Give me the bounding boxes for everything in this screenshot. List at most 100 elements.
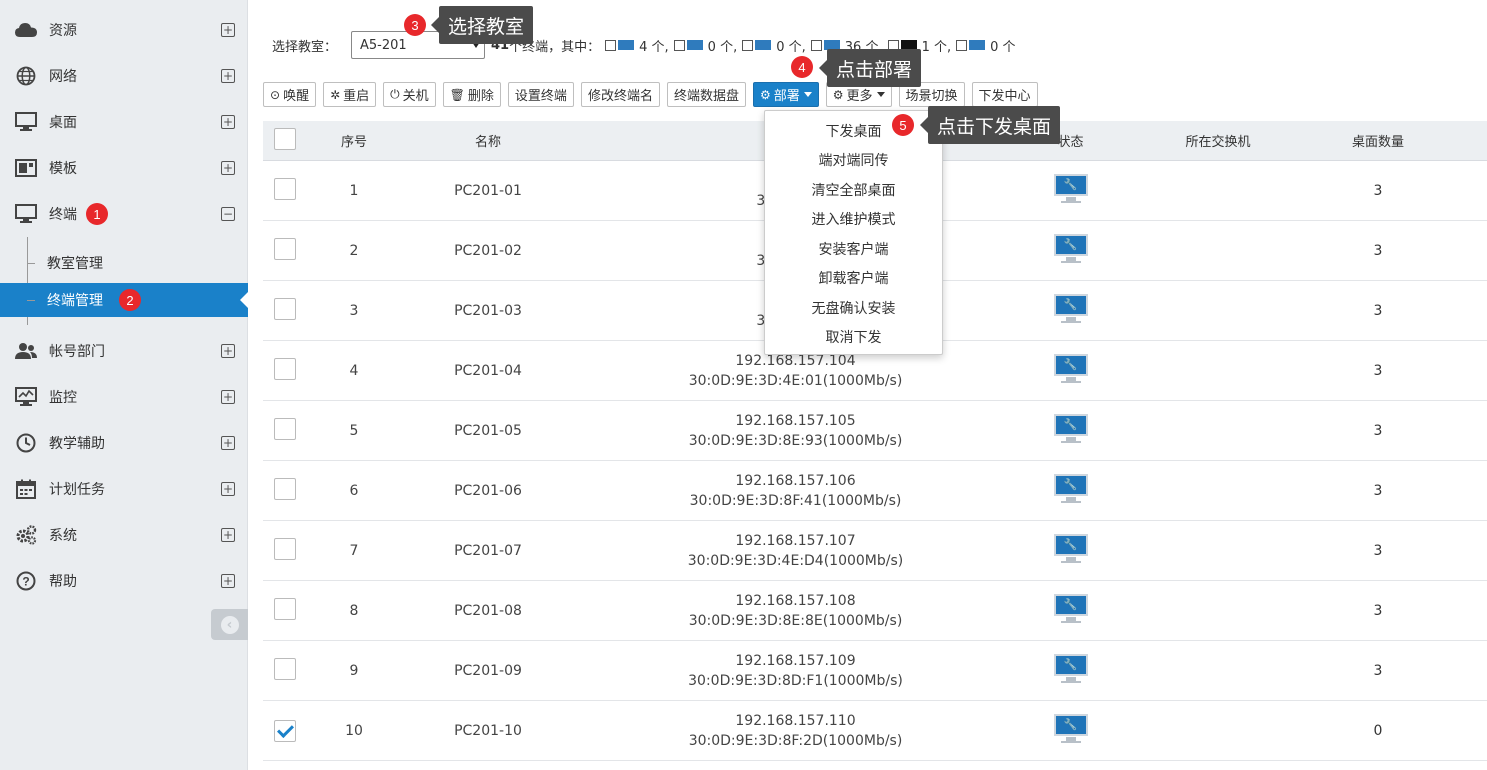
row-checkbox[interactable] [274, 537, 296, 560]
row-mac: 30:0D:9E:3D:8D:F1(1000Mb/s) [688, 672, 903, 689]
dispatch-center-button[interactable]: 下发中心 [971, 82, 1038, 107]
status-filter-6[interactable]: 0 个 [956, 36, 1016, 55]
gears-icon [15, 524, 37, 546]
menu-item-diskless-confirm-install[interactable]: 无盘确认安装 [765, 293, 942, 323]
sidebar-item-monitoring[interactable]: 监控 + [0, 374, 248, 420]
menu-item-install-client[interactable]: 安装客户端 [765, 234, 942, 264]
gear-icon: ⚙ [759, 87, 771, 102]
sidebar-item-template[interactable]: 模板 + [0, 145, 248, 191]
sidebar-item-scheduled-tasks[interactable]: 计划任务 + [0, 466, 248, 512]
template-icon [15, 157, 37, 179]
deploy-dropdown-menu: 下发桌面 端对端同传 清空全部桌面 进入维护模式 安装客户端 卸载客户端 无盘确… [764, 110, 943, 355]
expand-icon[interactable]: + [221, 574, 235, 588]
row-checkbox[interactable] [274, 417, 296, 440]
calendar-icon [15, 478, 37, 500]
restart-button[interactable]: ✲ 重启 [323, 82, 377, 107]
sidebar-item-help[interactable]: ? 帮助 + [0, 558, 248, 604]
wake-button[interactable]: ⊙ 唤醒 [263, 82, 317, 107]
row-checkbox[interactable] [274, 657, 296, 680]
row-checkbox[interactable] [274, 177, 296, 200]
terminal-maintenance-icon: 🔧 [1053, 173, 1088, 204]
table-row[interactable]: 9 PC201-09 192.168.157.109 30:0D:9E:3D:8D:F… [263, 641, 1487, 701]
row-checkbox[interactable] [274, 597, 296, 620]
sidebar-item-label: 桌面 [49, 115, 77, 131]
row-status: 🔧 [1043, 713, 1098, 748]
users-icon [15, 340, 37, 362]
expand-icon[interactable]: + [221, 161, 235, 175]
row-desktops: 3 [1373, 362, 1383, 379]
sidebar-item-label: 计划任务 [49, 482, 105, 498]
table-row[interactable]: 7 PC201-07 192.168.157.107 30:0D:9E:3D:4E:D… [263, 521, 1487, 581]
terminal-disk-button[interactable]: 终端数据盘 [666, 82, 746, 107]
expand-icon[interactable]: + [221, 344, 235, 358]
row-no: 4 [349, 362, 359, 379]
deploy-button[interactable]: ⚙ 部署 [752, 82, 819, 107]
sidebar-item-terminal[interactable]: 终端 1 − [0, 191, 248, 237]
status-filter-1[interactable]: 4 个, [605, 36, 669, 55]
expand-icon[interactable]: + [221, 482, 235, 496]
sidebar-subitem-classroom-management[interactable]: 教室管理 [0, 246, 248, 280]
header-name[interactable]: 名称 [438, 131, 538, 150]
status-filter-3[interactable]: 0 个, [742, 36, 806, 55]
sidebar-item-network[interactable]: 网络 + [0, 53, 248, 99]
sidebar-item-teaching-assist[interactable]: 教学辅助 + [0, 420, 248, 466]
sidebar-item-accounts[interactable]: 帐号部门 + [0, 328, 248, 374]
row-name: PC201-01 [454, 182, 522, 199]
expand-icon[interactable]: + [221, 390, 235, 404]
sidebar-item-label: 资源 [49, 23, 77, 39]
collapse-icon[interactable]: − [221, 207, 235, 221]
row-desktops: 3 [1373, 482, 1383, 499]
header-desktops[interactable]: 桌面数量 [1323, 131, 1433, 150]
table-row[interactable]: 5 PC201-05 192.168.157.105 30:0D:9E:3D:8E:9… [263, 401, 1487, 461]
table-row[interactable]: 8 PC201-08 192.168.157.108 30:0D:9E:3D:8E:8… [263, 581, 1487, 641]
row-no: 1 [349, 182, 359, 199]
row-ip-mac: 192.168.157.109 30:0D:9E:3D:8D:F1(1000Mb/… [663, 651, 928, 691]
menu-item-dispatch-desktop[interactable]: 下发桌面 [765, 116, 942, 146]
sidebar-item-system[interactable]: 系统 + [0, 512, 248, 558]
checkbox[interactable] [956, 39, 968, 51]
row-mac: 30:0D:9E:3D:8F:2D(1000Mb/s) [688, 732, 903, 749]
row-checkbox[interactable] [274, 719, 296, 742]
checkbox[interactable] [673, 39, 685, 51]
menu-item-maintenance-mode[interactable]: 进入维护模式 [765, 205, 942, 235]
checkbox[interactable] [605, 39, 617, 51]
row-name: PC201-03 [454, 302, 522, 319]
expand-icon[interactable]: + [221, 69, 235, 83]
menu-item-p2p-transfer[interactable]: 端对端同传 [765, 146, 942, 176]
sidebar-subitem-terminal-management[interactable]: 终端管理 2 [0, 283, 248, 317]
help-icon: ? [15, 570, 37, 592]
delete-button[interactable]: 🗑 删除 [442, 82, 501, 107]
row-checkbox[interactable] [274, 357, 296, 380]
select-all-checkbox[interactable] [274, 127, 296, 150]
sidebar-item-desktop[interactable]: 桌面 + [0, 99, 248, 145]
row-checkbox[interactable] [274, 297, 296, 320]
expand-icon[interactable]: + [221, 115, 235, 129]
sidebar-item-label: 帐号部门 [49, 344, 105, 360]
expand-icon[interactable]: + [221, 436, 235, 450]
row-checkbox[interactable] [274, 237, 296, 260]
expand-icon[interactable]: + [221, 528, 235, 542]
menu-item-cancel-dispatch[interactable]: 取消下发 [765, 323, 942, 353]
rename-terminal-button[interactable]: 修改终端名 [580, 82, 660, 107]
row-ip-mac: 192.168.157.106 30:0D:9E:3D:8F:41(1000Mb/… [663, 471, 928, 511]
checkbox[interactable] [742, 39, 754, 51]
table-row[interactable]: 6 PC201-06 192.168.157.106 30:0D:9E:3D:8F:4… [263, 461, 1487, 521]
monitor-icon [15, 111, 37, 133]
expand-icon[interactable]: + [221, 23, 235, 37]
toolbar: ⊙ 唤醒 ✲ 重启 ⏻ 关机 🗑 删除 设置终端 修改终端名 终端数据盘 ⚙ 部署 ⚙ 更多… [263, 82, 1045, 107]
checkbox[interactable] [810, 39, 822, 51]
menu-item-clear-all-desktops[interactable]: 清空全部桌面 [765, 175, 942, 205]
trash-icon: 🗑 [449, 87, 465, 102]
sidebar-item-resources[interactable]: 资源 + [0, 7, 248, 53]
menu-item-uninstall-client[interactable]: 卸载客户端 [765, 264, 942, 294]
status-filter-2[interactable]: 0 个, [673, 36, 737, 55]
row-checkbox[interactable] [274, 477, 296, 500]
sidebar-collapse-button[interactable]: ‹ [211, 609, 248, 640]
table-row[interactable]: 10 PC201-10 192.168.157.110 30:0D:9E:3D:8F:… [263, 701, 1487, 761]
shutdown-button[interactable]: ⏻ 关机 [383, 82, 436, 107]
header-no[interactable]: 序号 [319, 131, 389, 150]
svg-text:?: ? [22, 575, 29, 589]
chart-monitor-icon [15, 386, 37, 408]
header-switch[interactable]: 所在交换机 [1153, 131, 1283, 150]
set-terminal-button[interactable]: 设置终端 [507, 82, 574, 107]
